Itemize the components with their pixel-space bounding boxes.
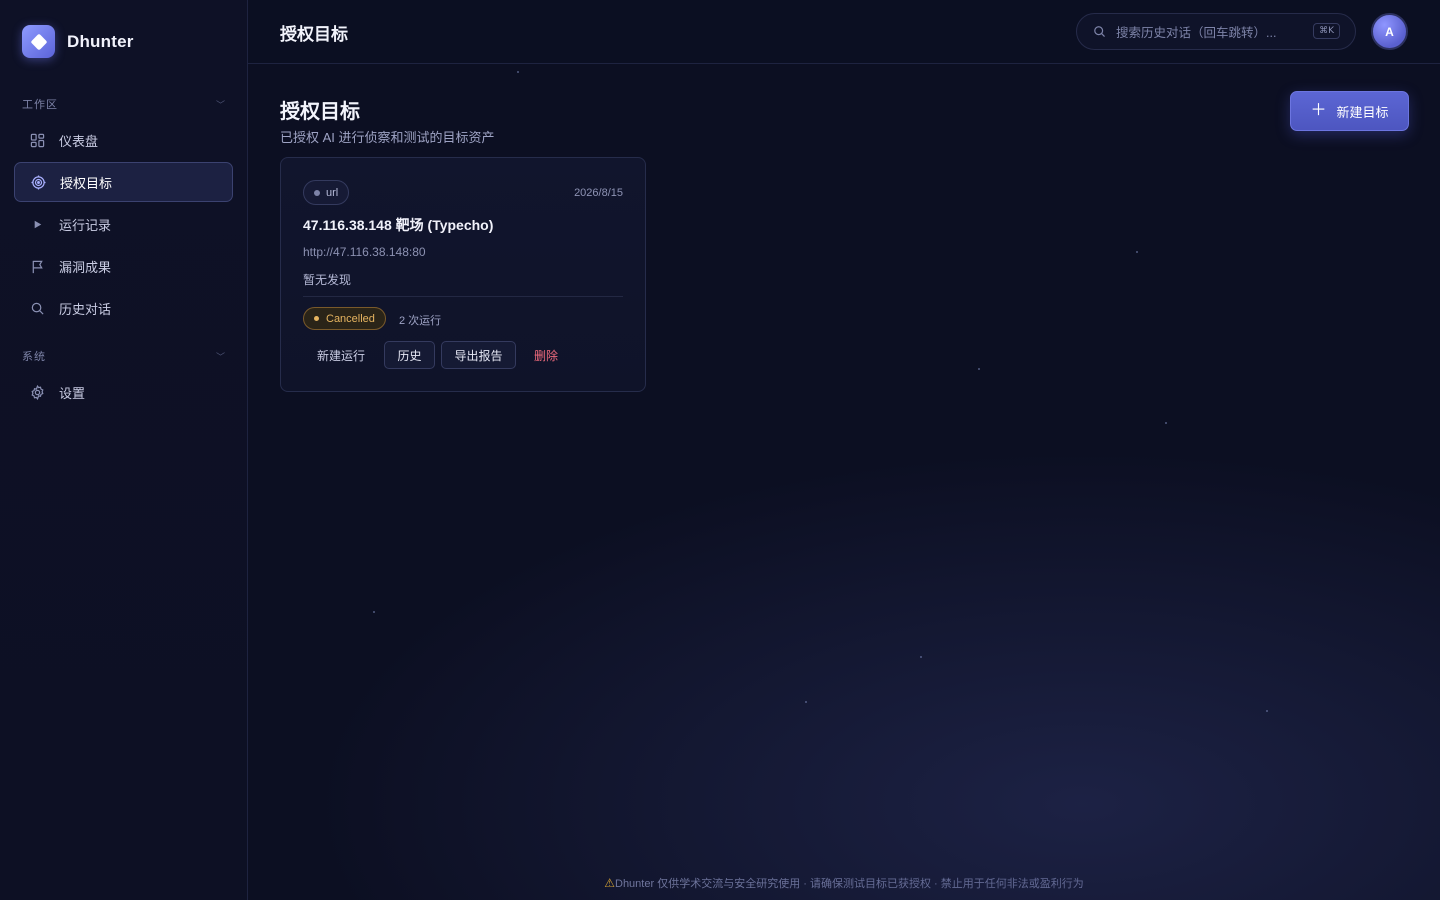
history-button[interactable]: 历史 — [384, 341, 435, 369]
sidebar-item-settings[interactable]: 设置 — [14, 372, 233, 412]
divider — [303, 296, 623, 297]
header-title: 授权目标 — [280, 25, 348, 44]
main-content: 授权目标 搜索历史对话（回车跳转）... ⌘K A 授权目标 已授权 AI 进行… — [248, 0, 1440, 900]
sidebar-item-label: 仪表盘 — [59, 133, 99, 149]
avatar[interactable]: A — [1371, 13, 1408, 50]
target-name: 47.116.38.148 靶场 (Typecho) — [303, 217, 494, 233]
sidebar-item-label: 设置 — [59, 385, 86, 401]
footer-text: Dhunter 仅供学术交流与安全研究使用 · 请确保测试目标已获授权 · 禁止… — [615, 878, 1084, 890]
search-input[interactable]: 搜索历史对话（回车跳转）... ⌘K — [1076, 13, 1356, 50]
search-placeholder: 搜索历史对话（回车跳转）... — [1116, 26, 1277, 40]
new-target-button[interactable]: ＋ 新建目标 — [1290, 91, 1409, 131]
status-badge: Cancelled — [303, 307, 386, 330]
target-icon — [31, 174, 46, 190]
app-root: Dhunter 工作区 ﹀ 仪表盘 授权目标 运行记录 漏洞成果 历史对话 系统… — [0, 0, 1440, 900]
page-subtitle: 已授权 AI 进行侦察和测试的目标资产 — [280, 130, 495, 145]
target-date: 2026/8/15 — [574, 187, 623, 199]
chevron-down-icon: ﹀ — [215, 351, 226, 362]
page-title: 授权目标 — [280, 101, 360, 123]
section-label: 工作区 — [22, 99, 58, 111]
target-type: url — [326, 186, 339, 199]
sidebar-item-label: 运行记录 — [59, 217, 112, 233]
star-decoration — [373, 611, 375, 613]
sidebar-item-label: 历史对话 — [59, 301, 112, 317]
footer-disclaimer: ⚠Dhunter 仅供学术交流与安全研究使用 · 请确保测试目标已获授权 · 禁… — [248, 875, 1440, 891]
export-report-button[interactable]: 导出报告 — [441, 341, 516, 369]
new-run-button[interactable]: 新建运行 — [303, 341, 379, 369]
top-bar: 授权目标 搜索历史对话（回车跳转）... ⌘K A — [248, 0, 1440, 64]
type-dot-icon — [314, 189, 320, 196]
status-dot-icon — [314, 316, 319, 321]
shortcut-hint: ⌘K — [1313, 23, 1340, 39]
sidebar: Dhunter 工作区 ﹀ 仪表盘 授权目标 运行记录 漏洞成果 历史对话 系统… — [0, 0, 248, 900]
star-decoration — [920, 656, 922, 658]
section-workspace[interactable]: 工作区 ﹀ — [22, 96, 226, 112]
star-decoration — [517, 71, 519, 73]
search-icon — [30, 301, 45, 316]
section-system[interactable]: 系统 ﹀ — [22, 348, 226, 364]
brand[interactable]: Dhunter — [22, 25, 134, 58]
target-type-chip: url — [303, 180, 350, 205]
target-card[interactable]: url 2026/8/15 47.116.38.148 靶场 (Typecho)… — [280, 157, 646, 392]
target-findings: 暂无发现 — [303, 273, 352, 287]
dashboard-icon — [30, 133, 45, 148]
star-decoration — [1165, 422, 1167, 424]
flag-icon — [30, 259, 45, 274]
new-target-label: 新建目标 — [1336, 104, 1389, 120]
chevron-down-icon: ﹀ — [215, 99, 226, 110]
status-label: Cancelled — [326, 312, 375, 325]
section-label: 系统 — [22, 351, 46, 363]
delete-button[interactable]: 删除 — [526, 341, 566, 369]
star-decoration — [1266, 710, 1268, 712]
sidebar-item-label: 授权目标 — [60, 175, 113, 191]
run-count: 2 次运行 — [399, 315, 442, 327]
sidebar-item-targets[interactable]: 授权目标 — [14, 162, 233, 202]
warning-icon: ⚠ — [604, 876, 615, 890]
brand-name: Dhunter — [67, 31, 134, 51]
sidebar-item-findings[interactable]: 漏洞成果 — [14, 246, 233, 286]
sidebar-item-label: 漏洞成果 — [59, 259, 112, 275]
star-decoration — [978, 368, 980, 370]
plus-icon: ＋ — [1310, 102, 1327, 119]
target-url: http://47.116.38.148:80 — [303, 245, 426, 259]
play-icon — [30, 217, 45, 232]
star-decoration — [805, 701, 807, 703]
brand-logo-icon — [22, 25, 55, 58]
search-icon — [1093, 25, 1106, 38]
sidebar-item-history[interactable]: 历史对话 — [14, 288, 233, 328]
gear-icon — [30, 384, 45, 400]
sidebar-item-dashboard[interactable]: 仪表盘 — [14, 120, 233, 160]
sidebar-item-runs[interactable]: 运行记录 — [14, 204, 233, 244]
star-decoration — [1136, 251, 1138, 253]
